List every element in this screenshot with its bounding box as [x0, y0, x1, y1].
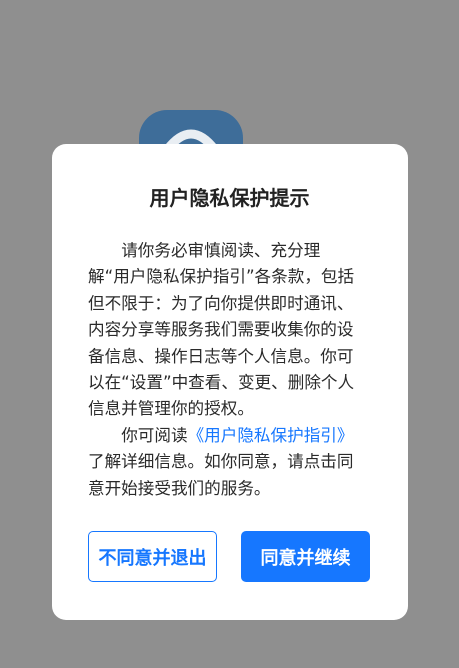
- guide-suffix-text: 了解详细信息。如你同意，请点击同意开始接受我们的服务。: [88, 452, 354, 498]
- agree-continue-button[interactable]: 同意并继续: [241, 531, 370, 582]
- privacy-paragraph: 请你务必审慎阅读、充分理解“用户隐私保护指引”各条款，包括但不限于：为了向你提供…: [88, 241, 355, 419]
- decline-exit-button[interactable]: 不同意并退出: [88, 531, 217, 582]
- dialog-body: 请你务必审慎阅读、充分理解“用户隐私保护指引”各条款，包括但不限于：为了向你提供…: [88, 238, 362, 502]
- privacy-guide-link[interactable]: 《用户隐私保护指引》: [188, 426, 354, 445]
- privacy-guide-paragraph: 你可阅读《用户隐私保护指引》了解详细信息。如你同意，请点击同意开始接受我们的服务…: [88, 423, 362, 502]
- guide-prefix-text: 你可阅读: [121, 425, 188, 445]
- dialog-title: 用户隐私保护提示: [149, 186, 310, 210]
